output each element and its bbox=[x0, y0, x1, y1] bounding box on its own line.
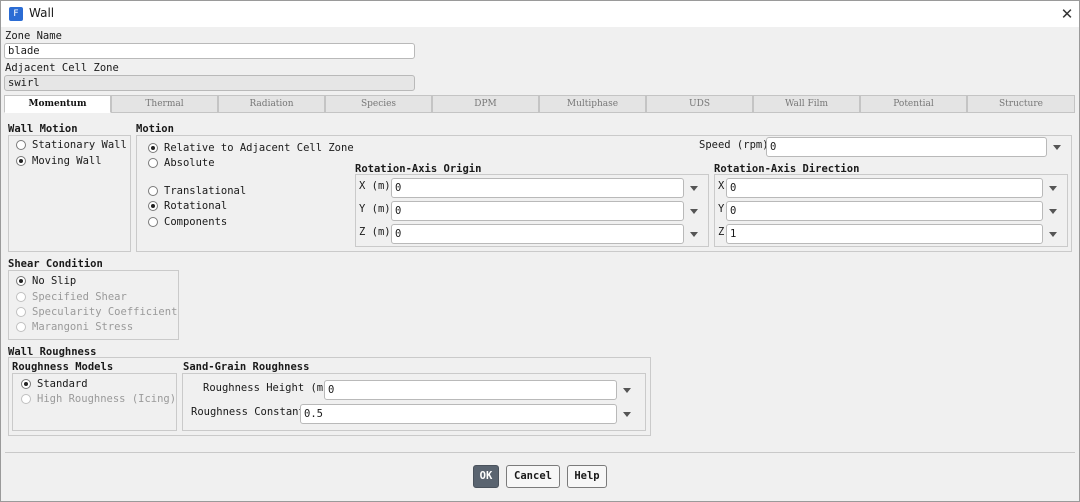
absolute-radio[interactable] bbox=[148, 158, 158, 168]
origin-z-dropdown-icon[interactable] bbox=[690, 232, 698, 237]
tab-radiation[interactable]: Radiation bbox=[218, 95, 325, 113]
tab-potential[interactable]: Potential bbox=[860, 95, 967, 113]
close-icon[interactable]: ✕ bbox=[1057, 4, 1077, 24]
direction-y-label: Y bbox=[718, 203, 725, 215]
direction-z-label: Z bbox=[718, 226, 725, 238]
no-slip-label: No Slip bbox=[32, 275, 77, 287]
app-icon: F bbox=[9, 7, 23, 21]
roughness-constant-dropdown-icon[interactable] bbox=[623, 412, 631, 417]
specified-shear-label: Specified Shear bbox=[32, 291, 127, 303]
specularity-label: Specularity Coefficient bbox=[32, 306, 178, 318]
stationary-wall-label: Stationary Wall bbox=[32, 139, 127, 151]
footer-separator bbox=[5, 452, 1075, 453]
tab-structure[interactable]: Structure bbox=[967, 95, 1075, 113]
roughness-models-title: Roughness Models bbox=[12, 361, 114, 373]
tab-wall-film[interactable]: Wall Film bbox=[753, 95, 860, 113]
ok-button[interactable]: OK bbox=[473, 465, 499, 488]
roughness-constant-label: Roughness Constant bbox=[191, 406, 305, 418]
no-slip-radio[interactable] bbox=[16, 276, 26, 286]
origin-x-input[interactable]: 0 bbox=[391, 178, 684, 198]
moving-wall-radio[interactable] bbox=[16, 156, 26, 166]
speed-dropdown-icon[interactable] bbox=[1053, 145, 1061, 150]
wall-motion-group bbox=[8, 135, 131, 252]
zone-name-input[interactable]: blade bbox=[4, 43, 415, 59]
origin-x-dropdown-icon[interactable] bbox=[690, 186, 698, 191]
high-roughness-radio[interactable] bbox=[21, 394, 31, 404]
sand-grain-title: Sand-Grain Roughness bbox=[183, 361, 310, 373]
tab-multiphase[interactable]: Multiphase bbox=[539, 95, 646, 113]
components-radio[interactable] bbox=[148, 217, 158, 227]
cancel-button[interactable]: Cancel bbox=[506, 465, 560, 488]
rotational-radio[interactable] bbox=[148, 201, 158, 211]
moving-wall-label: Moving Wall bbox=[32, 155, 102, 167]
origin-y-label: Y (m) bbox=[359, 203, 391, 215]
marangoni-radio[interactable] bbox=[16, 322, 26, 332]
adjacent-zone-label: Adjacent Cell Zone bbox=[5, 62, 119, 74]
tab-dpm[interactable]: DPM bbox=[432, 95, 539, 113]
help-button[interactable]: Help bbox=[567, 465, 607, 488]
origin-x-label: X (m) bbox=[359, 180, 391, 192]
stationary-wall-radio[interactable] bbox=[16, 140, 26, 150]
tab-species[interactable]: Species bbox=[325, 95, 432, 113]
marangoni-label: Marangoni Stress bbox=[32, 321, 134, 333]
relative-radio[interactable] bbox=[148, 143, 158, 153]
roughness-height-input[interactable]: 0 bbox=[324, 380, 617, 400]
tab-uds[interactable]: UDS bbox=[646, 95, 753, 113]
absolute-label: Absolute bbox=[164, 157, 215, 169]
direction-z-dropdown-icon[interactable] bbox=[1049, 232, 1057, 237]
origin-y-input[interactable]: 0 bbox=[391, 201, 684, 221]
components-label: Components bbox=[164, 216, 228, 228]
standard-radio[interactable] bbox=[21, 379, 31, 389]
direction-y-dropdown-icon[interactable] bbox=[1049, 209, 1057, 214]
roughness-height-label: Roughness Height (m) bbox=[203, 382, 330, 394]
speed-input[interactable]: 0 bbox=[766, 137, 1047, 157]
speed-label: Speed (rpm) bbox=[699, 139, 769, 151]
standard-label: Standard bbox=[37, 378, 88, 390]
title-bar: F Wall ✕ bbox=[1, 1, 1079, 27]
motion-title: Motion bbox=[136, 123, 174, 135]
roughness-constant-input[interactable]: 0.5 bbox=[300, 404, 617, 424]
direction-x-label: X bbox=[718, 180, 725, 192]
high-roughness-label: High Roughness (Icing) bbox=[37, 393, 177, 405]
translational-label: Translational bbox=[164, 185, 247, 197]
wall-motion-title: Wall Motion bbox=[8, 123, 78, 135]
direction-y-input[interactable]: 0 bbox=[726, 201, 1043, 221]
origin-y-dropdown-icon[interactable] bbox=[690, 209, 698, 214]
origin-z-input[interactable]: 0 bbox=[391, 224, 684, 244]
tab-momentum[interactable]: Momentum bbox=[4, 95, 111, 113]
direction-x-input[interactable]: 0 bbox=[726, 178, 1043, 198]
window-title: Wall bbox=[29, 6, 55, 20]
relative-label: Relative to Adjacent Cell Zone bbox=[164, 142, 354, 154]
direction-z-input[interactable]: 1 bbox=[726, 224, 1043, 244]
tab-thermal[interactable]: Thermal bbox=[111, 95, 218, 113]
origin-z-label: Z (m) bbox=[359, 226, 391, 238]
rotational-label: Rotational bbox=[164, 200, 228, 212]
shear-title: Shear Condition bbox=[8, 258, 103, 270]
adjacent-zone-field: swirl bbox=[4, 75, 415, 91]
direction-x-dropdown-icon[interactable] bbox=[1049, 186, 1057, 191]
zone-name-label: Zone Name bbox=[5, 30, 62, 42]
specified-shear-radio[interactable] bbox=[16, 292, 26, 302]
specularity-radio[interactable] bbox=[16, 307, 26, 317]
translational-radio[interactable] bbox=[148, 186, 158, 196]
roughness-height-dropdown-icon[interactable] bbox=[623, 388, 631, 393]
